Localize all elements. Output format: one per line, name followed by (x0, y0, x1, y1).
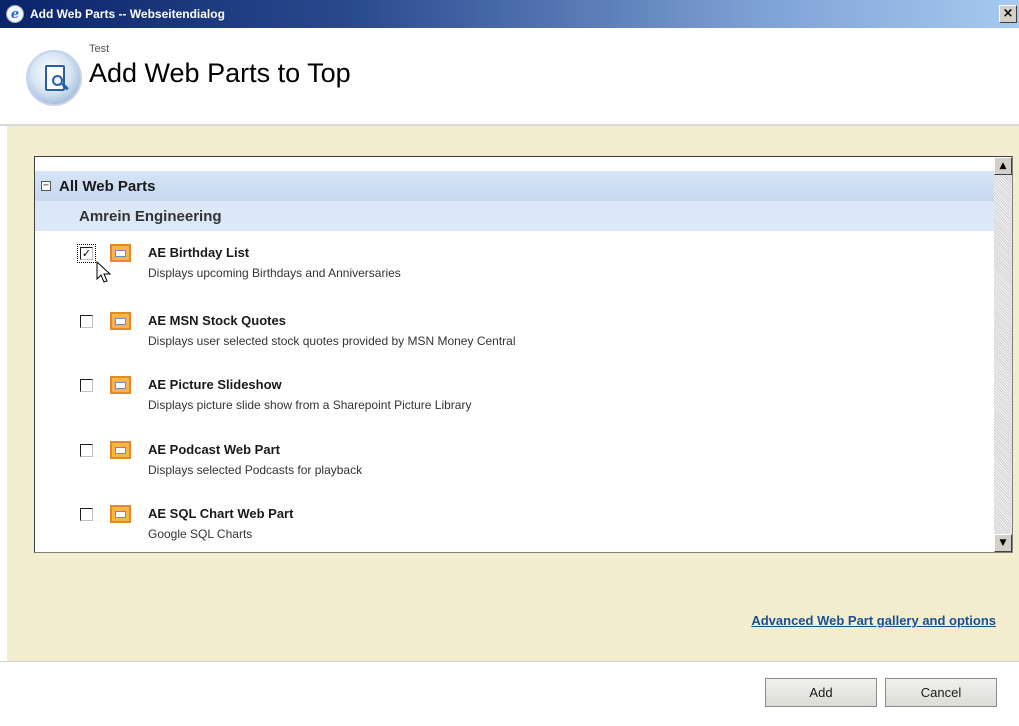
web-part-icon (110, 376, 131, 394)
web-part-checkbox[interactable] (80, 444, 93, 457)
window-title: Add Web Parts -- Webseitendialog (30, 7, 225, 21)
dialog-header: Test Add Web Parts to Top (0, 28, 1019, 124)
list-item[interactable]: AE Picture Slideshow Displays picture sl… (35, 373, 995, 433)
close-button[interactable]: × (999, 5, 1017, 23)
web-part-list[interactable]: − All Web Parts Amrein Engineering ✓ AE … (34, 156, 1013, 553)
web-part-description: Displays selected Podcasts for playback (148, 463, 363, 477)
group-label: All Web Parts (59, 177, 156, 195)
web-part-checkbox[interactable] (80, 379, 93, 392)
collapse-icon[interactable]: − (41, 181, 51, 191)
scroll-up-button[interactable]: ▲ (994, 157, 1012, 175)
web-part-name: AE Picture Slideshow (148, 377, 282, 392)
list-item[interactable]: AE SQL Chart Web Part Google SQL Charts (35, 502, 995, 552)
web-part-gallery-icon (26, 50, 82, 106)
web-part-name: AE Birthday List (148, 245, 250, 260)
add-button[interactable]: Add (765, 678, 877, 707)
web-part-description: Displays user selected stock quotes prov… (148, 334, 516, 348)
main-panel: − All Web Parts Amrein Engineering ✓ AE … (7, 126, 1019, 661)
web-part-checkbox[interactable] (80, 508, 93, 521)
web-part-description: Displays picture slide show from a Share… (148, 398, 472, 412)
list-item[interactable]: AE MSN Stock Quotes Displays user select… (35, 309, 995, 369)
web-part-checkbox[interactable]: ✓ (77, 244, 96, 263)
web-part-icon (110, 244, 131, 262)
web-part-icon (110, 312, 131, 330)
web-part-name: AE MSN Stock Quotes (148, 313, 286, 328)
group-header-all-web-parts[interactable]: − All Web Parts (35, 171, 995, 201)
web-part-description: Google SQL Charts (148, 527, 253, 541)
web-part-name: AE Podcast Web Part (148, 442, 280, 457)
mouse-cursor-icon (96, 261, 112, 283)
category-header: Amrein Engineering (35, 201, 995, 231)
vertical-scrollbar[interactable]: ▲ ▼ (994, 157, 1012, 552)
cancel-button[interactable]: Cancel (885, 678, 997, 707)
web-part-icon (110, 441, 131, 459)
web-part-description: Displays upcoming Birthdays and Annivers… (148, 266, 401, 280)
advanced-gallery-link[interactable]: Advanced Web Part gallery and options (751, 613, 996, 628)
web-part-icon (110, 505, 131, 523)
list-item[interactable]: AE Podcast Web Part Displays selected Po… (35, 438, 995, 498)
list-item[interactable]: ✓ AE Birthday List Displays upcoming Bir… (35, 241, 995, 301)
window-title-bar[interactable]: e Add Web Parts -- Webseitendialog × (0, 0, 1019, 28)
web-part-checkbox[interactable] (80, 315, 93, 328)
scroll-down-button[interactable]: ▼ (994, 534, 1012, 552)
ie-icon: e (6, 5, 24, 23)
site-name: Test (89, 43, 110, 55)
category-label: Amrein Engineering (79, 207, 222, 225)
web-part-name: AE SQL Chart Web Part (148, 506, 294, 521)
page-title: Add Web Parts to Top (89, 58, 351, 88)
dialog-footer: Add Cancel (0, 662, 1019, 726)
